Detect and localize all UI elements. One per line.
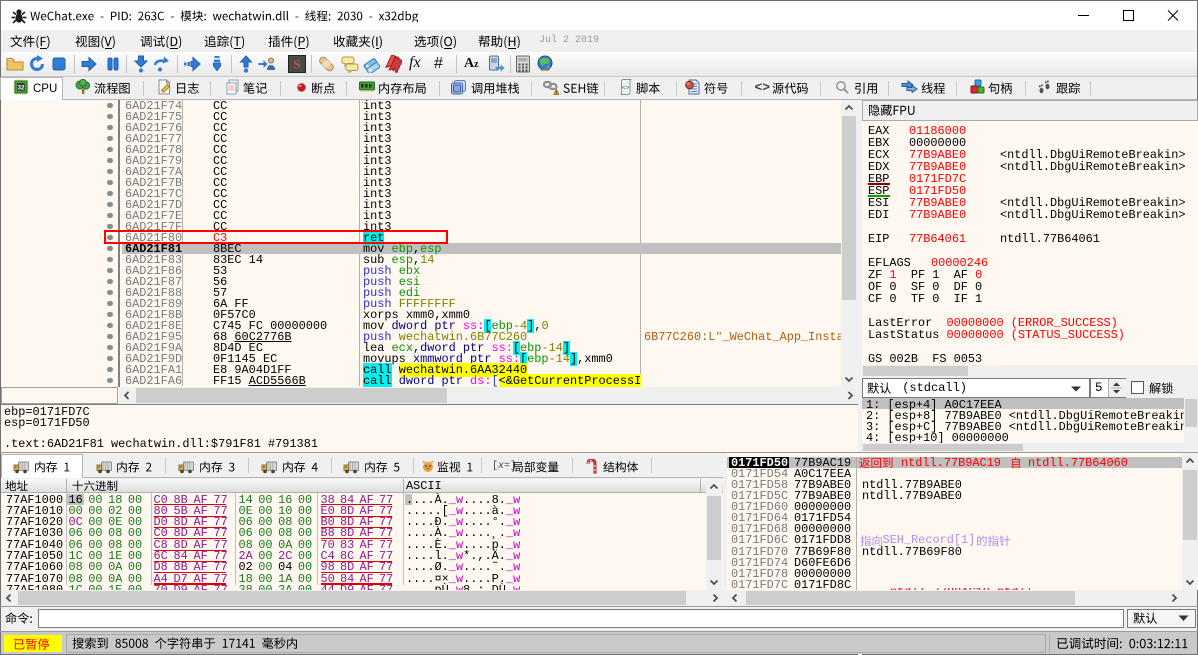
svg-text:<>: <> [621, 85, 629, 92]
svg-text:S: S [293, 57, 300, 72]
svg-text:32: 32 [17, 84, 24, 91]
